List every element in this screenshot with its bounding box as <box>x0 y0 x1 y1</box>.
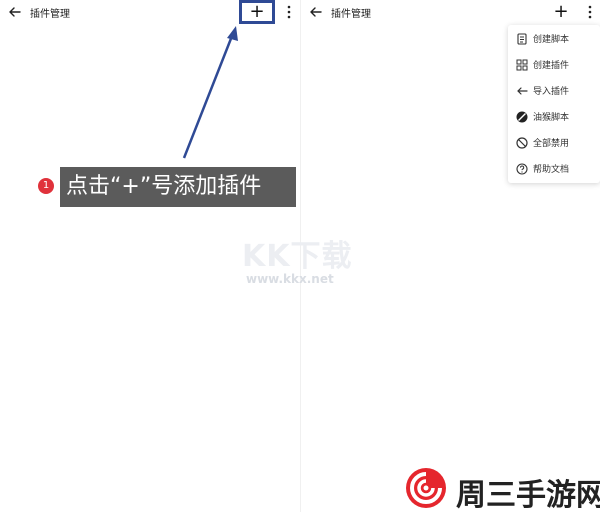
add-plugin-button[interactable]: + <box>550 2 572 22</box>
more-vertical-icon[interactable] <box>585 4 595 20</box>
menu-item-import-plugin[interactable]: 导入插件 <box>508 78 600 102</box>
grid-icon <box>515 57 529 71</box>
menu-item-create-plugin[interactable]: 创建插件 <box>508 52 600 76</box>
menu-item-label: 创建脚本 <box>533 35 570 45</box>
menu-item-help-docs[interactable]: 帮助文档 <box>508 156 600 180</box>
tutorial-caption: 点击“+”号添加插件 <box>60 167 296 207</box>
menu-item-label: 油猴脚本 <box>533 113 570 123</box>
ban-icon <box>515 135 529 149</box>
page-title: 插件管理 <box>331 9 371 20</box>
more-vertical-icon[interactable] <box>284 4 294 20</box>
menu-item-disable-all[interactable]: 全部禁用 <box>508 130 600 154</box>
menu-item-create-script[interactable]: 创建脚本 <box>508 26 600 50</box>
menu-item-tampermonkey-script[interactable]: 油猴脚本 <box>508 104 600 128</box>
right-top-bar: 插件管理 + <box>301 0 600 26</box>
step-badge: 1 <box>38 178 54 194</box>
menu-item-label: 创建插件 <box>533 61 570 71</box>
left-top-bar: 插件管理 + <box>0 0 300 26</box>
plugin-dropdown-menu: 创建脚本 创建插件 导入插件 油猴脚本 全部禁用 帮助文档 <box>508 25 600 183</box>
watermark-logo: KK下载 <box>242 239 353 274</box>
import-icon <box>515 83 529 97</box>
menu-item-label: 导入插件 <box>533 87 570 97</box>
tampermonkey-icon <box>515 109 529 123</box>
page-title: 插件管理 <box>30 9 70 20</box>
logo-text: 周三手游网 <box>456 478 600 513</box>
logo-swirl-icon <box>404 466 448 510</box>
help-icon <box>515 161 529 175</box>
site-logo: 周三手游网 <box>404 466 600 513</box>
menu-item-label: 全部禁用 <box>533 139 570 149</box>
menu-item-label: 帮助文档 <box>533 165 570 175</box>
watermark-url: www.kkx.net <box>246 272 334 286</box>
script-icon <box>515 31 529 45</box>
arrow-left-icon[interactable] <box>6 3 24 21</box>
arrow-left-icon[interactable] <box>307 3 325 21</box>
add-plugin-button[interactable]: + <box>246 2 268 22</box>
